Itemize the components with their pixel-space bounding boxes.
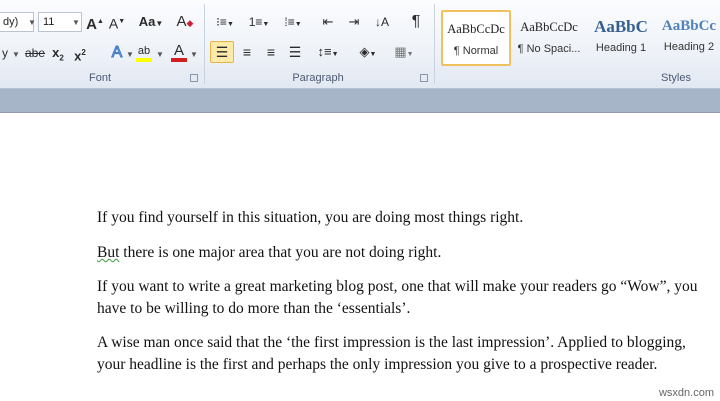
styles-group-label: Styles xyxy=(661,72,691,84)
bold-partial-button[interactable]: y xyxy=(0,42,10,64)
paragraph-4: A wise man once said that the ‘the first… xyxy=(97,332,720,376)
decrease-indent-button[interactable]: ⇤ xyxy=(318,11,338,33)
line-spacing-button[interactable]: ↕≡▼ xyxy=(314,41,342,63)
font-color-dropdown-icon[interactable]: ▼ xyxy=(190,50,198,59)
align-left-button[interactable]: ☰ xyxy=(210,41,234,63)
style-preview: AaBbCcDc xyxy=(520,20,578,34)
shrink-font-button[interactable]: A▼ xyxy=(108,11,126,33)
change-case-button[interactable]: Aa▼ xyxy=(138,11,164,33)
borders-button[interactable]: ▦▼ xyxy=(390,41,418,63)
document-gutter xyxy=(0,89,720,112)
numbering-button[interactable]: 1≡▼ xyxy=(246,11,272,33)
font-name-value: dy) xyxy=(3,16,19,28)
paragraph-2: But there is one major area that you are… xyxy=(97,242,720,264)
paragraph-text: there is one major area that you are not… xyxy=(119,244,442,261)
paragraph-group-label: Paragraph xyxy=(292,72,344,84)
group-divider xyxy=(204,4,205,84)
font-color-bar xyxy=(171,58,187,62)
bullets-button[interactable]: ⁝≡▼ xyxy=(212,11,238,33)
highlight-button[interactable]: ab xyxy=(134,40,154,62)
font-size-value: 11 xyxy=(43,16,55,28)
subscript-button[interactable]: x2 xyxy=(50,42,66,64)
change-case-label: Aa xyxy=(138,14,156,29)
font-size-dropdown-icon[interactable]: ▼ xyxy=(72,18,80,27)
grow-font-button[interactable]: A▲ xyxy=(86,11,104,33)
grow-font-label: A xyxy=(86,16,97,33)
paragraph-dialog-launcher-icon[interactable] xyxy=(420,74,428,82)
style-name: Heading 1 xyxy=(595,42,647,54)
paragraph-line: If you find yourself in this situation, … xyxy=(97,209,524,226)
style-heading-2[interactable]: AaBbCc Heading 2 xyxy=(658,10,720,66)
strikethrough-button[interactable]: abe xyxy=(24,42,46,64)
decrease-indent-icon: ⇤ xyxy=(322,14,334,29)
bullets-icon: ⁝≡ xyxy=(216,15,227,29)
underline-dropdown-icon[interactable]: ▼ xyxy=(12,50,20,59)
shading-icon: ◈ xyxy=(359,44,370,59)
strikethrough-label: abe xyxy=(24,46,46,60)
shrink-font-label: A xyxy=(108,15,119,32)
increase-indent-icon: ⇥ xyxy=(348,14,360,29)
style-preview: AaBbC xyxy=(594,17,648,36)
style-preview: AaBbCc xyxy=(661,18,717,34)
font-dialog-launcher-icon[interactable] xyxy=(190,74,198,82)
align-right-button[interactable]: ≡ xyxy=(260,41,282,63)
justify-button[interactable]: ☰ xyxy=(284,41,306,63)
paragraph-line: have to be willing to do more than the ‘… xyxy=(97,300,411,317)
style-name: ¶ No Spaci... xyxy=(517,43,581,55)
pilcrow-icon: ¶ xyxy=(411,13,421,30)
align-center-icon: ≡ xyxy=(242,44,252,60)
multilevel-list-button[interactable]: ⁞≡▼ xyxy=(280,11,306,33)
group-divider xyxy=(434,4,435,84)
text-effects-button[interactable]: A xyxy=(108,42,126,64)
highlight-label: ab xyxy=(137,45,151,57)
style-name: Heading 2 xyxy=(663,41,715,53)
sort-icon: ↓A xyxy=(374,15,389,29)
paragraph-3: If you want to write a great marketing b… xyxy=(97,276,720,320)
font-name-dropdown-icon[interactable]: ▼ xyxy=(28,18,36,27)
highlight-dropdown-icon[interactable]: ▼ xyxy=(156,50,164,59)
numbering-icon: 1≡ xyxy=(248,15,263,29)
style-preview: AaBbCcDc xyxy=(447,22,505,36)
text-effects-label: A xyxy=(111,44,123,62)
shading-button[interactable]: ◈▼ xyxy=(354,41,382,63)
clear-formatting-button[interactable]: A◆ xyxy=(174,11,196,33)
line-spacing-icon: ↕≡ xyxy=(317,44,332,59)
spelling-flagged-word: But xyxy=(97,244,120,261)
paragraph-line: your headline is the first and perhaps t… xyxy=(97,356,658,373)
paragraph-line: If you want to write a great marketing b… xyxy=(97,278,698,295)
paragraph-1: If you find yourself in this situation, … xyxy=(97,207,720,229)
style-no-spacing[interactable]: AaBbCcDc ¶ No Spaci... xyxy=(514,10,584,66)
font-group-label: Font xyxy=(88,72,111,84)
font-color-button[interactable]: A xyxy=(170,40,188,62)
style-normal[interactable]: AaBbCcDc ¶ Normal xyxy=(441,10,511,66)
clear-formatting-icon: A xyxy=(176,13,187,30)
show-hide-button[interactable]: ¶ xyxy=(406,11,426,33)
superscript-button[interactable]: x2 xyxy=(72,42,88,64)
borders-icon: ▦ xyxy=(394,44,407,59)
partial-button-label: y xyxy=(2,46,8,60)
text-effects-dropdown-icon[interactable]: ▼ xyxy=(126,50,134,59)
multilevel-list-icon: ⁞≡ xyxy=(284,15,295,29)
ribbon: dy) ▼ 11 ▼ A▲ A▼ Aa▼ A◆ y ▼ abe x2 x2 A … xyxy=(0,0,720,89)
font-color-label: A xyxy=(173,42,184,59)
align-left-icon: ☰ xyxy=(215,44,229,60)
highlight-color-bar xyxy=(136,58,152,62)
align-right-icon: ≡ xyxy=(266,44,276,60)
paragraph-line: A wise man once said that the ‘the first… xyxy=(97,334,686,351)
style-heading-1[interactable]: AaBbC Heading 1 xyxy=(586,10,656,66)
increase-indent-button[interactable]: ⇥ xyxy=(344,11,364,33)
sort-button[interactable]: ↓A xyxy=(372,11,392,33)
style-name: ¶ Normal xyxy=(453,45,499,57)
align-center-button[interactable]: ≡ xyxy=(236,41,258,63)
document-page[interactable]: If you find yourself in this situation, … xyxy=(0,112,720,401)
watermark: wsxdn.com xyxy=(658,387,714,399)
justify-icon: ☰ xyxy=(288,44,302,60)
